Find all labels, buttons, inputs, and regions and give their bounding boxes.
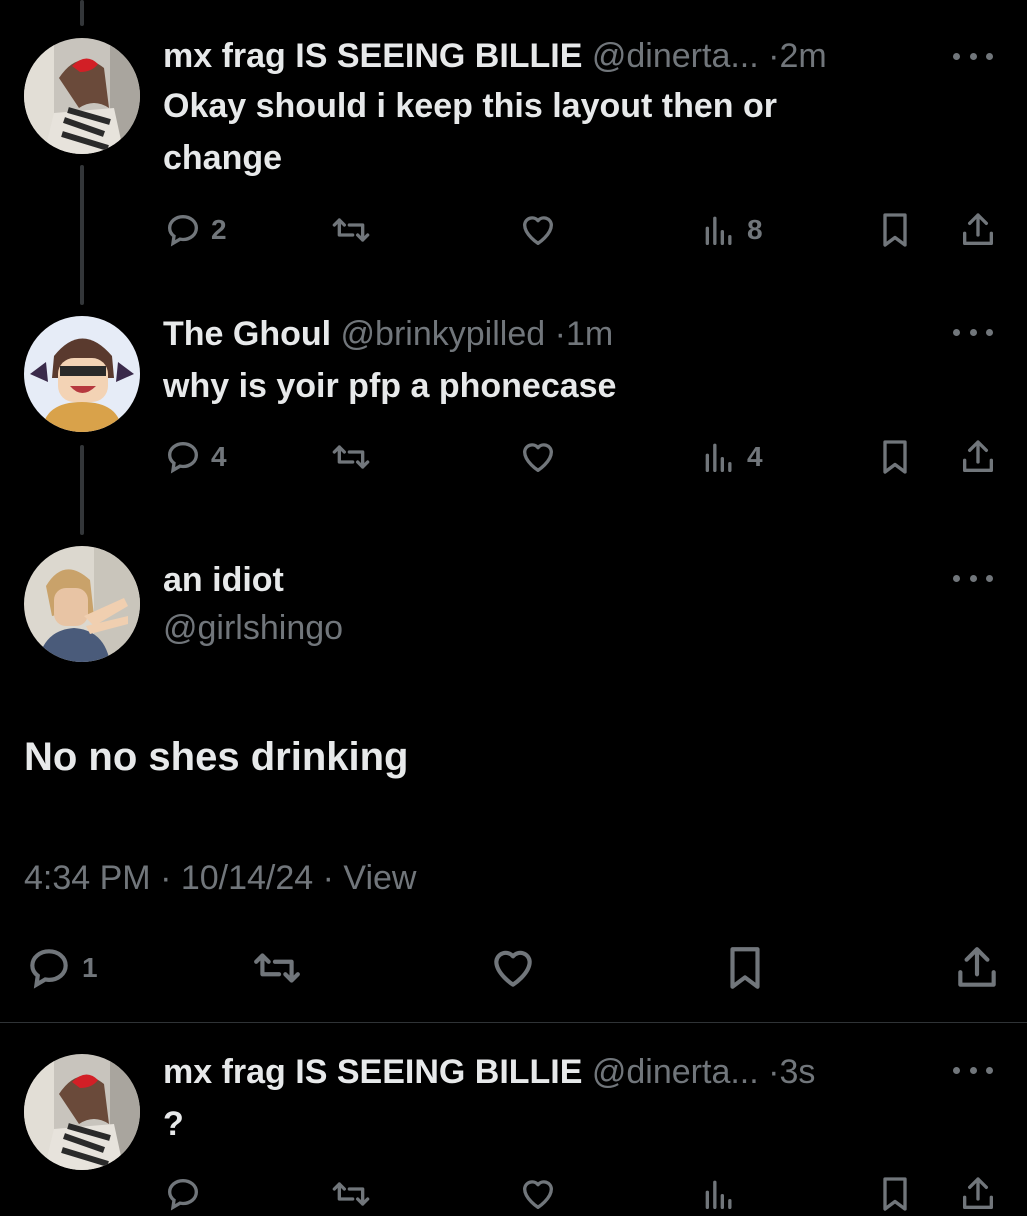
share-button[interactable] xyxy=(958,208,998,252)
heart-icon xyxy=(494,950,532,987)
repost-button[interactable] xyxy=(331,435,371,479)
bookmark-icon xyxy=(730,947,760,989)
post-time[interactable]: 2m xyxy=(779,37,826,75)
reply-button[interactable]: 4 xyxy=(163,435,227,479)
post-text: No no shes drinking xyxy=(24,735,409,779)
username[interactable]: @dinerta... xyxy=(592,1053,759,1091)
avatar[interactable] xyxy=(24,546,140,662)
bookmark-icon xyxy=(883,440,907,474)
more-options-icon[interactable] xyxy=(953,1060,993,1080)
reply-icon xyxy=(30,949,68,989)
thread-line xyxy=(80,445,84,535)
thread-line xyxy=(80,165,84,305)
post-header: mx frag IS SEEING BILLIE @dinerta... ·2m xyxy=(163,36,827,76)
display-name[interactable]: an idiot xyxy=(163,558,284,602)
repost-button[interactable] xyxy=(331,1172,371,1216)
views-count: 4 xyxy=(747,441,763,472)
divider xyxy=(0,1022,1027,1023)
reply-count: 1 xyxy=(82,952,98,983)
share-icon xyxy=(958,947,996,987)
repost-icon xyxy=(332,1182,370,1206)
share-button[interactable] xyxy=(958,435,998,479)
post-text: ? xyxy=(163,1105,184,1143)
avatar[interactable] xyxy=(24,316,140,432)
avatar[interactable] xyxy=(24,1054,140,1170)
analytics-icon xyxy=(705,443,732,472)
reply-icon xyxy=(167,1178,199,1211)
repost-icon xyxy=(332,218,370,242)
views-button[interactable]: 8 xyxy=(699,208,763,252)
action-bar: 4 4 xyxy=(163,435,1003,479)
repost-icon xyxy=(332,445,370,469)
repost-icon xyxy=(254,953,300,983)
reply-button[interactable]: 2 xyxy=(163,208,227,252)
username[interactable]: @dinerta... xyxy=(592,37,759,75)
username[interactable]: @girlshingo xyxy=(163,606,343,650)
post-text: why is yoir pfp a phonecase xyxy=(163,367,617,405)
reply-count: 4 xyxy=(211,441,227,472)
share-icon xyxy=(963,213,993,245)
thread-line xyxy=(80,0,84,26)
views-button[interactable] xyxy=(699,1172,739,1216)
bookmark-icon xyxy=(883,213,907,247)
reply-icon xyxy=(167,214,199,247)
like-button[interactable] xyxy=(518,435,558,479)
post-header: mx frag IS SEEING BILLIE @dinerta... ·3s xyxy=(163,1052,815,1092)
post-text: Okay should i keep this layout then or c… xyxy=(163,87,778,177)
reply-button[interactable] xyxy=(163,1172,203,1216)
reply-icon xyxy=(167,441,199,474)
username[interactable]: @brinkypilled xyxy=(341,315,546,353)
action-bar: 1 xyxy=(24,940,1004,996)
heart-icon xyxy=(523,1180,553,1209)
heart-icon xyxy=(523,443,553,472)
repost-button[interactable] xyxy=(252,940,302,996)
view-link[interactable]: View xyxy=(343,859,416,897)
share-icon xyxy=(963,440,993,472)
post-time[interactable]: 1m xyxy=(566,315,613,353)
analytics-icon xyxy=(705,1180,732,1209)
separator: · xyxy=(768,37,780,75)
bookmark-button[interactable] xyxy=(875,208,915,252)
reply-count: 2 xyxy=(211,214,227,245)
bookmark-button[interactable] xyxy=(875,435,915,479)
heart-icon xyxy=(523,216,553,245)
more-options-icon[interactable] xyxy=(953,322,993,342)
share-button[interactable] xyxy=(952,940,1002,996)
like-button[interactable] xyxy=(488,940,538,996)
more-options-icon[interactable] xyxy=(953,46,993,66)
avatar[interactable] xyxy=(24,38,140,154)
bookmark-icon xyxy=(883,1177,907,1211)
action-bar xyxy=(163,1172,1003,1216)
repost-button[interactable] xyxy=(331,208,371,252)
bookmark-button[interactable] xyxy=(720,940,770,996)
post-timestamp: 4:34 PM · 10/14/24 · xyxy=(24,859,334,897)
like-button[interactable] xyxy=(518,208,558,252)
display-name[interactable]: mx frag IS SEEING BILLIE xyxy=(163,37,582,75)
share-button[interactable] xyxy=(958,1172,998,1216)
display-name[interactable]: The Ghoul xyxy=(163,315,331,353)
display-name[interactable]: mx frag IS SEEING BILLIE xyxy=(163,1053,582,1091)
views-button[interactable]: 4 xyxy=(699,435,763,479)
views-count: 8 xyxy=(747,214,763,245)
reply-button[interactable]: 1 xyxy=(24,940,98,996)
like-button[interactable] xyxy=(518,1172,558,1216)
post-header: The Ghoul @brinkypilled ·1m xyxy=(163,314,613,354)
post-time[interactable]: 3s xyxy=(779,1053,815,1091)
share-icon xyxy=(963,1177,993,1209)
action-bar: 2 8 xyxy=(163,208,1003,252)
separator: · xyxy=(768,1053,780,1091)
bookmark-button[interactable] xyxy=(875,1172,915,1216)
more-options-icon[interactable] xyxy=(953,568,993,588)
separator: · xyxy=(554,315,566,353)
analytics-icon xyxy=(705,216,732,245)
post-metadata: 4:34 PM · 10/14/24 · View xyxy=(24,856,417,900)
